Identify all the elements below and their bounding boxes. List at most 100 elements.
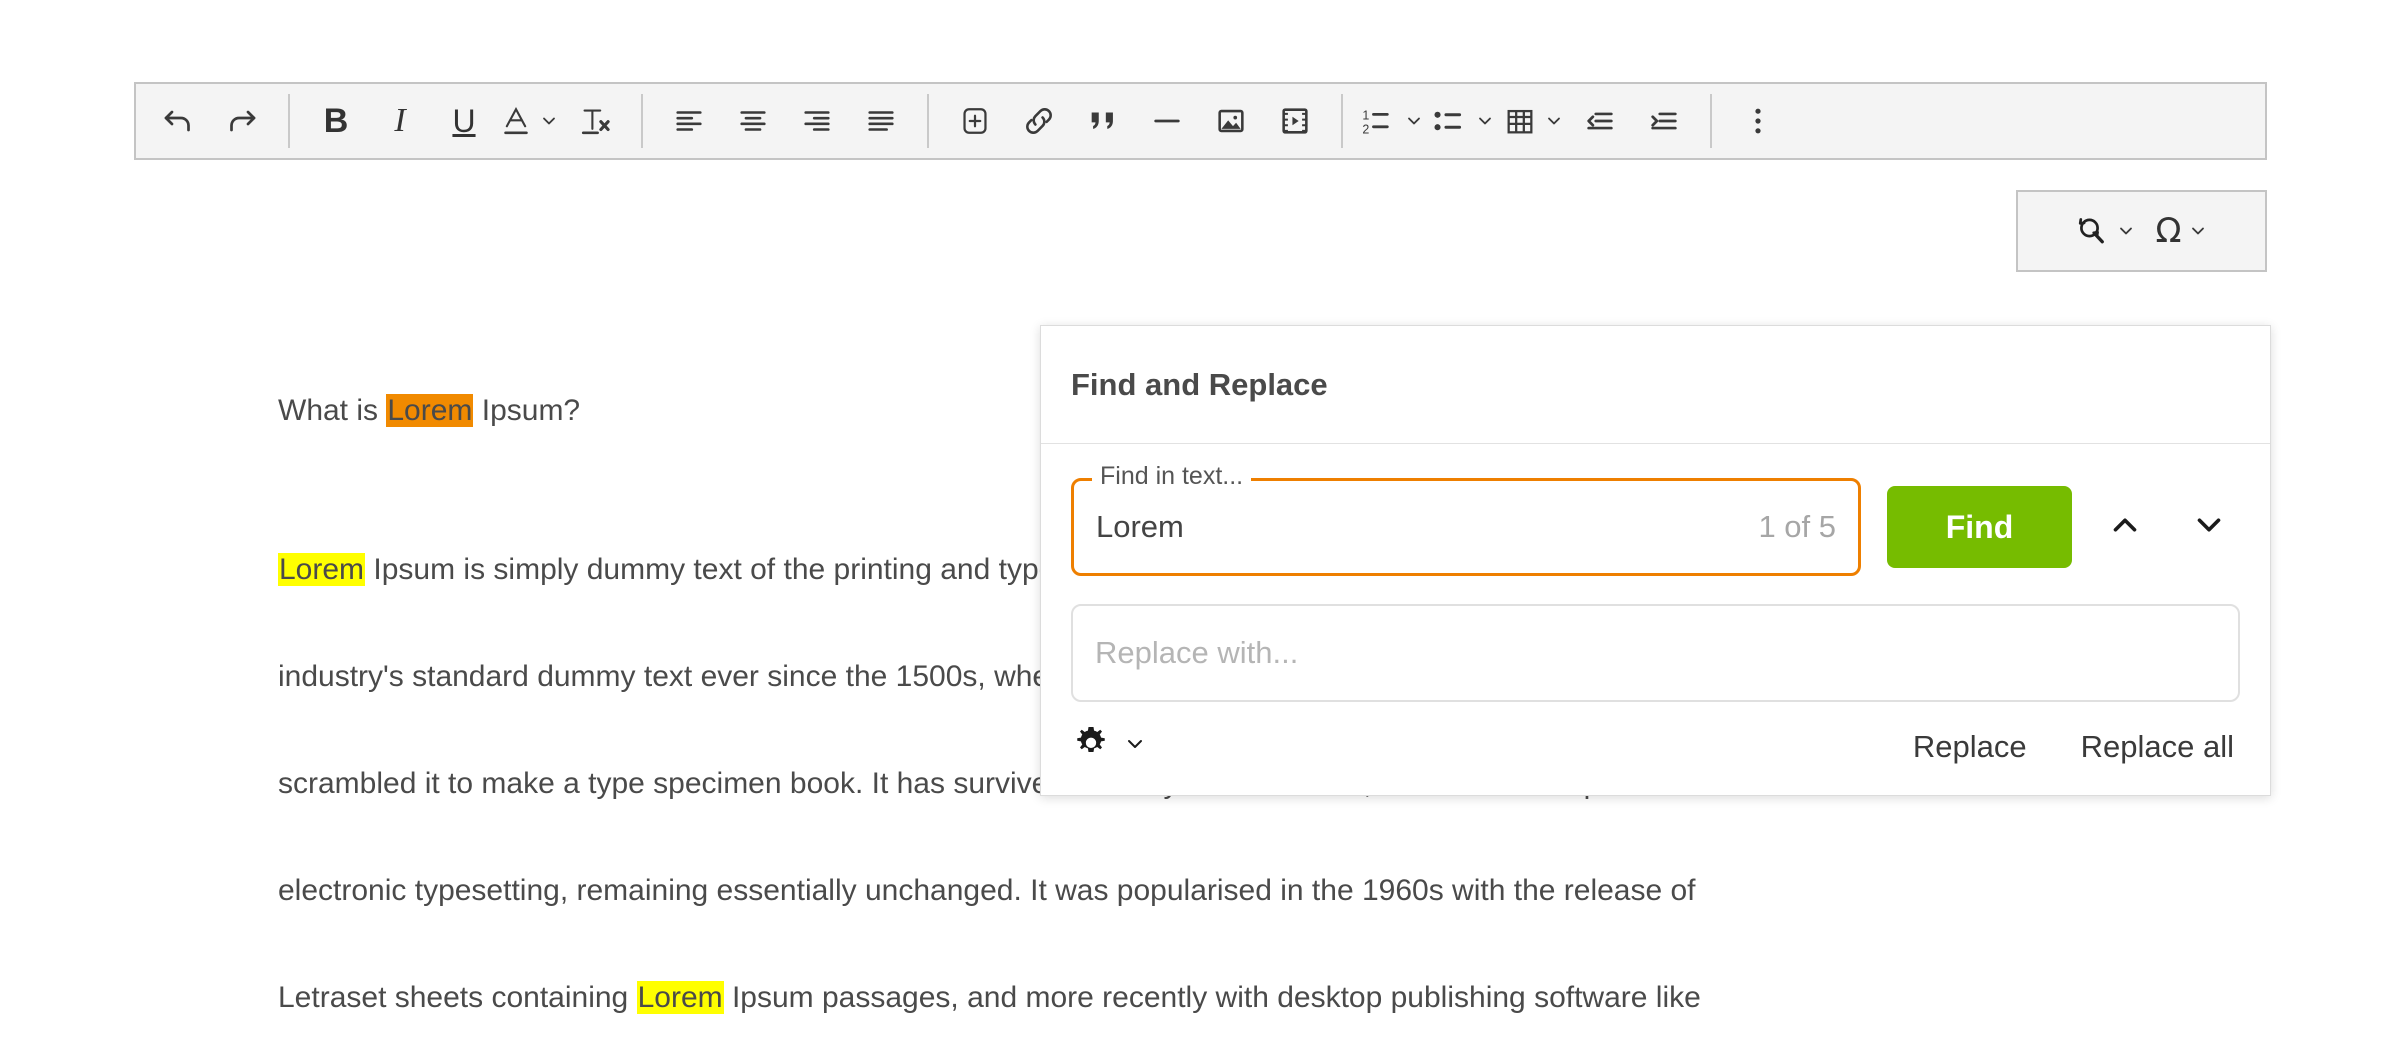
current-match-highlight: Lorem xyxy=(386,394,474,427)
undo-icon xyxy=(160,103,196,139)
align-left-icon xyxy=(672,104,706,138)
underline-button[interactable]: U xyxy=(436,93,492,149)
line-text: Ipsum passages, and more recently with d… xyxy=(723,981,1701,1014)
find-row: Find in text... Lorem 1 of 5 Find xyxy=(1071,464,2240,576)
toolbar-group-history xyxy=(146,84,274,158)
find-input-wrapper[interactable]: Find in text... Lorem 1 of 5 xyxy=(1071,464,1861,576)
chevron-down-icon xyxy=(1123,732,1147,761)
numbered-list-button[interactable]: 1 2 xyxy=(1361,93,1424,149)
replace-button[interactable]: Replace xyxy=(1907,728,2033,766)
omega-icon: Ω xyxy=(2155,211,2182,251)
heading-prefix: What is xyxy=(278,394,387,427)
align-justify-button[interactable] xyxy=(853,93,909,149)
toolbar-separator xyxy=(1341,94,1343,148)
insert-plus-icon xyxy=(959,104,991,138)
indent-icon xyxy=(1647,104,1681,138)
heading-suffix: Ipsum? xyxy=(473,394,581,427)
toolbar-separator xyxy=(288,94,290,148)
find-and-replace-dialog: Find and Replace Find in text... Lorem 1… xyxy=(1040,325,2271,796)
svg-text:1: 1 xyxy=(1362,109,1369,123)
align-right-button[interactable] xyxy=(789,93,845,149)
more-vertical-icon xyxy=(1743,104,1773,138)
chevron-down-icon xyxy=(1404,111,1424,131)
chevron-down-icon xyxy=(539,111,559,131)
find-input-label: Find in text... xyxy=(1092,464,1252,489)
dialog-header: Find and Replace xyxy=(1041,326,2270,444)
previous-result-button[interactable] xyxy=(2094,496,2156,558)
blockquote-button[interactable] xyxy=(1075,93,1131,149)
svg-text:2: 2 xyxy=(1362,122,1369,136)
toolbar-separator xyxy=(641,94,643,148)
link-icon xyxy=(1022,104,1056,138)
dialog-body: Find in text... Lorem 1 of 5 Find Replac… xyxy=(1041,444,2270,702)
bulleted-list-button[interactable] xyxy=(1432,93,1495,149)
align-justify-icon xyxy=(864,104,898,138)
match-highlight: Lorem xyxy=(636,981,724,1014)
editor-page: B I U 1 2 Ω What is Lorem Ipsum? Lorem I… xyxy=(0,0,2400,1056)
toolbar-group-insert xyxy=(943,84,1327,158)
video-button[interactable] xyxy=(1267,93,1323,149)
horizontal-rule-icon xyxy=(1150,104,1184,138)
editor-toolbar-secondary: Ω xyxy=(2016,190,2267,272)
bold-button[interactable]: B xyxy=(308,93,364,149)
font-color-icon xyxy=(500,104,532,138)
find-button[interactable]: Find xyxy=(1887,486,2072,568)
replace-all-button[interactable]: Replace all xyxy=(2075,728,2240,766)
line-text: Letraset sheets containing xyxy=(278,981,637,1014)
line-text: electronic typesetting, remaining essent… xyxy=(278,874,1696,907)
align-right-icon xyxy=(800,104,834,138)
align-center-button[interactable] xyxy=(725,93,781,149)
replace-input-wrapper[interactable]: Replace with... xyxy=(1071,604,2240,702)
replace-input[interactable]: Replace with... xyxy=(1095,635,1298,671)
document-line-5: Letraset sheets containing Lorem Ipsum p… xyxy=(278,957,2218,1038)
dialog-title: Find and Replace xyxy=(1071,366,1328,402)
indent-button[interactable] xyxy=(1636,93,1692,149)
special-character-button[interactable]: Ω xyxy=(2154,203,2210,259)
toolbar-group-text-format: B I U xyxy=(304,84,627,158)
undo-button[interactable] xyxy=(150,93,206,149)
link-button[interactable] xyxy=(1011,93,1067,149)
chevron-down-icon xyxy=(1544,111,1564,131)
numbered-list-icon: 1 2 xyxy=(1361,104,1397,138)
redo-icon xyxy=(224,103,260,139)
italic-button[interactable]: I xyxy=(372,93,428,149)
table-button[interactable] xyxy=(1503,93,1564,149)
italic-icon: I xyxy=(394,102,406,139)
match-counter: 1 of 5 xyxy=(1758,509,1836,544)
bold-icon: B xyxy=(323,102,349,140)
dialog-footer: Replace Replace all xyxy=(1041,702,2270,795)
align-center-icon xyxy=(736,104,770,138)
find-input[interactable]: Lorem xyxy=(1096,509,1758,545)
chevron-down-icon xyxy=(2190,506,2228,549)
chevron-down-icon xyxy=(2116,221,2136,241)
find-replace-button[interactable] xyxy=(2073,203,2136,259)
chevron-down-icon xyxy=(1475,111,1495,131)
underline-icon: U xyxy=(452,102,476,139)
redo-button[interactable] xyxy=(214,93,270,149)
match-highlight: Lorem xyxy=(278,553,366,586)
remove-format-button[interactable] xyxy=(567,93,623,149)
horizontal-rule-button[interactable] xyxy=(1139,93,1195,149)
remove-format-icon xyxy=(577,104,613,138)
table-icon xyxy=(1503,104,1537,138)
toolbar-group-alignment xyxy=(657,84,913,158)
image-button[interactable] xyxy=(1203,93,1259,149)
toolbar-separator xyxy=(1710,94,1712,148)
search-options-button[interactable] xyxy=(1071,724,1147,769)
image-icon xyxy=(1214,104,1248,138)
editor-toolbar: B I U 1 2 xyxy=(134,82,2267,160)
align-left-button[interactable] xyxy=(661,93,717,149)
blockquote-icon xyxy=(1086,106,1120,136)
video-icon xyxy=(1279,104,1311,138)
insert-button[interactable] xyxy=(947,93,1003,149)
find-replace-icon xyxy=(2073,213,2109,249)
bulleted-list-icon xyxy=(1432,104,1468,138)
toolbar-group-overflow xyxy=(1726,84,1790,158)
gear-icon xyxy=(1071,724,1111,769)
next-result-button[interactable] xyxy=(2178,496,2240,558)
more-options-button[interactable] xyxy=(1730,93,1786,149)
font-color-button[interactable] xyxy=(500,93,559,149)
document-line-4: electronic typesetting, remaining essent… xyxy=(278,850,2218,931)
outdent-icon xyxy=(1583,104,1617,138)
outdent-button[interactable] xyxy=(1572,93,1628,149)
